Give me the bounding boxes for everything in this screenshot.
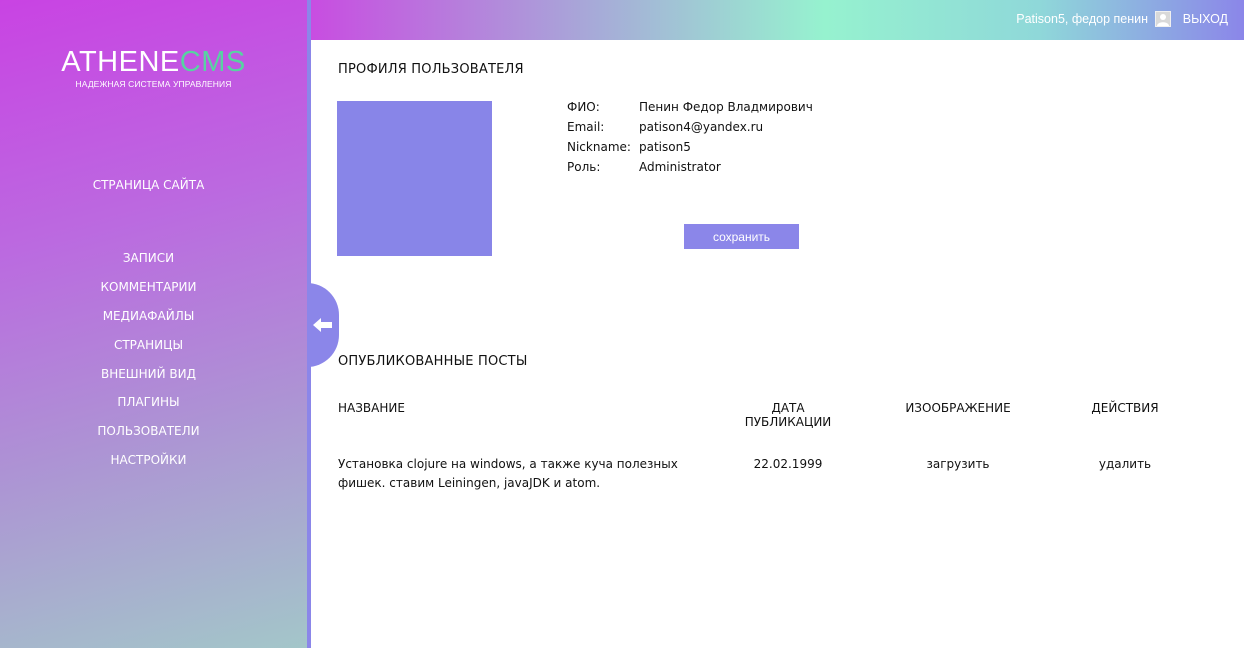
profile-info: ФИО: Пенин Федор Владмирович Email: pati… xyxy=(567,99,813,179)
sidebar-nav: ЗАПИСИ КОММЕНТАРИИ МЕДИАФАЙЛЫ СТРАНИЦЫ В… xyxy=(0,250,297,481)
field-label: Email: xyxy=(567,120,605,134)
logout-button[interactable]: ВЫХОД xyxy=(1183,12,1228,26)
field-value: Administrator xyxy=(639,160,721,174)
field-value: patison5 xyxy=(639,140,691,154)
info-row-role: Роль: Administrator xyxy=(567,159,813,179)
user-icon[interactable] xyxy=(1155,11,1171,27)
posts-title: ОПУБЛИКОВАННЫЕ ПОСТЫ xyxy=(338,354,528,369)
column-header-date: ДАТА ПУБЛИКАЦИИ xyxy=(744,401,832,429)
upload-image-link[interactable]: загрузить xyxy=(898,455,1018,474)
field-label: Роль: xyxy=(567,160,601,174)
sidebar-item-comments[interactable]: КОММЕНТАРИИ xyxy=(0,279,297,308)
delete-post-link[interactable]: удалить xyxy=(1065,455,1185,474)
logo-main-text: ATHENE xyxy=(61,46,180,78)
sidebar-item-users[interactable]: ПОЛЬЗОВАТЕЛИ xyxy=(0,423,297,452)
sidebar-item-posts[interactable]: ЗАПИСИ xyxy=(0,250,297,279)
column-header-image: ИЗООБРАЖЕНИЕ xyxy=(905,401,1011,415)
sidebar-item-plugins[interactable]: ПЛАГИНЫ xyxy=(0,394,297,423)
post-title: Установка clojure на windows, а также ку… xyxy=(338,457,678,490)
sidebar-item-appearance[interactable]: ВНЕШНИЙ ВИД xyxy=(0,366,297,395)
logo-accent-text: CMS xyxy=(179,46,246,78)
arrow-left-icon xyxy=(313,318,332,332)
logo[interactable]: ATHENECMS НАДЕЖНАЯ СИСТЕМА УПРАВЛЕНИЯ xyxy=(0,44,307,90)
sidebar-item-settings[interactable]: НАСТРОЙКИ xyxy=(0,452,297,481)
topbar: Patison5, федор пенин ВЫХОД xyxy=(311,0,1244,40)
field-label: Nickname: xyxy=(567,140,631,154)
post-date: 22.02.1999 xyxy=(753,457,823,471)
sidebar-item-pages[interactable]: СТРАНИЦЫ xyxy=(0,337,297,366)
column-header-name: НАЗВАНИЕ xyxy=(338,401,405,415)
info-row-fio: ФИО: Пенин Федор Владмирович xyxy=(567,99,813,119)
field-value: patison4@yandex.ru xyxy=(639,120,764,134)
profile-title: ПРОФИЛЯ ПОЛЬЗОВАТЕЛЯ xyxy=(338,62,524,77)
info-row-email: Email: patison4@yandex.ru xyxy=(567,119,813,139)
collapse-sidebar-button[interactable] xyxy=(307,283,339,367)
info-row-nickname: Nickname: patison5 xyxy=(567,139,813,159)
logo-subtitle: НАДЕЖНАЯ СИСТЕМА УПРАВЛЕНИЯ xyxy=(75,79,232,89)
logo-title: ATHENECMS xyxy=(0,44,307,80)
sidebar-item-media[interactable]: МЕДИАФАЙЛЫ xyxy=(0,308,297,337)
save-button[interactable]: сохранить xyxy=(684,224,799,249)
profile-avatar[interactable] xyxy=(337,101,492,256)
current-user-name[interactable]: Patison5, федор пенин xyxy=(1016,12,1148,26)
site-page-link[interactable]: СТРАНИЦА САЙТА xyxy=(0,178,297,192)
field-label: ФИО: xyxy=(567,100,600,114)
field-value: Пенин Федор Владмирович xyxy=(639,100,813,114)
column-header-actions: ДЕЙСТВИЯ xyxy=(1091,401,1159,415)
sidebar: ATHENECMS НАДЕЖНАЯ СИСТЕМА УПРАВЛЕНИЯ СТ… xyxy=(0,0,307,648)
